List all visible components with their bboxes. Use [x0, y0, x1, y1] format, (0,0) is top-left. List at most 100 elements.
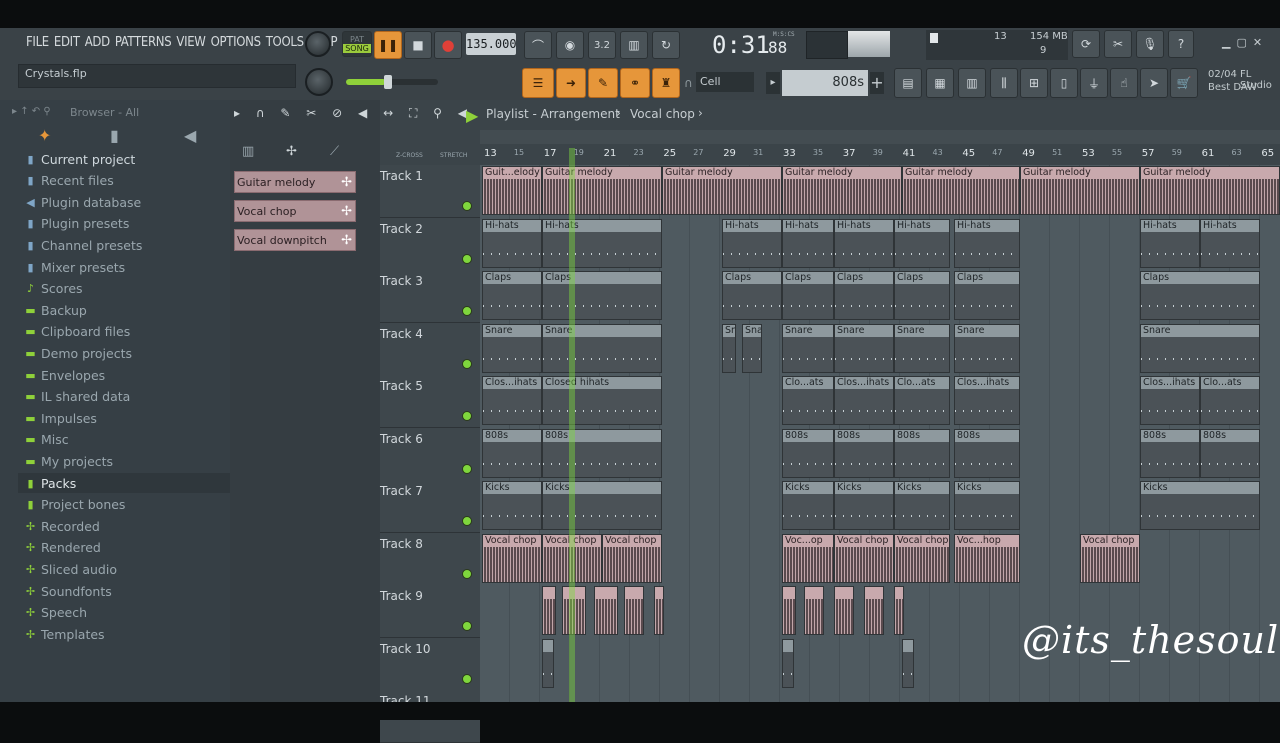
- plugin-picker-button[interactable]: ⏚: [1080, 68, 1108, 98]
- pattern-item-vocal-downpitch[interactable]: Vocal downpitch ✢: [234, 229, 356, 251]
- news-panel[interactable]: 02/04 FL Studio Best DAW: [1206, 68, 1280, 98]
- browser-item[interactable]: ◀ Plugin database: [24, 192, 141, 212]
- audio-clip[interactable]: Vocal chop: [482, 533, 542, 583]
- audio-clip[interactable]: Guitar melody: [1140, 166, 1280, 215]
- channel-rack-alt-button[interactable]: ⊞: [1020, 68, 1048, 98]
- pattern-clip[interactable]: Snare: [782, 323, 834, 373]
- pattern-clip[interactable]: Hi-hats: [542, 218, 662, 268]
- browser-tab-files-icon[interactable]: ▮: [110, 126, 119, 145]
- pattern-clip[interactable]: Snare: [1140, 323, 1260, 373]
- stop-button[interactable]: ■: [404, 31, 432, 59]
- track-enable-led[interactable]: [462, 306, 472, 316]
- pattern-clip[interactable]: Hi-hats: [782, 218, 834, 268]
- tools-button[interactable]: ✂: [1104, 30, 1132, 58]
- browser-item[interactable]: ✢ Sliced audio: [24, 559, 117, 579]
- pattern-clip[interactable]: Snare: [894, 323, 950, 373]
- pattern-clip[interactable]: Kicks: [954, 481, 1020, 530]
- audio-clip[interactable]: [624, 586, 644, 635]
- master-volume-knob[interactable]: [305, 31, 331, 57]
- pattern-clip[interactable]: Hi-hats: [834, 218, 894, 268]
- pattern-clip[interactable]: Kicks: [894, 481, 950, 530]
- wait-input-button[interactable]: ◉: [556, 31, 584, 59]
- menu-view[interactable]: VIEW: [176, 35, 206, 50]
- track-enable-led[interactable]: [462, 358, 472, 369]
- metronome-button[interactable]: ⌒: [524, 31, 552, 59]
- pattern-clip[interactable]: Clos...ihats: [834, 376, 894, 425]
- pattern-mode-button[interactable]: ➜: [556, 68, 586, 98]
- pattern-clip[interactable]: Kicks: [834, 481, 894, 530]
- pattern-clip[interactable]: Kicks: [782, 481, 834, 530]
- track-header[interactable]: Track 9: [380, 585, 480, 638]
- touch-controller-button[interactable]: ☝: [1110, 68, 1138, 98]
- piano-roll-button[interactable]: ▦: [926, 68, 954, 98]
- browser-item[interactable]: ▬ My projects: [24, 451, 113, 471]
- play-button[interactable]: ❚❚: [374, 31, 402, 59]
- pattern-clip[interactable]: Hi-hats: [1140, 218, 1200, 268]
- mixer-button[interactable]: ⫼: [990, 68, 1018, 98]
- audio-clip[interactable]: [804, 586, 824, 635]
- audio-clip[interactable]: Guitar melody: [782, 166, 902, 215]
- browser-item[interactable]: ▮ Recent files: [24, 171, 113, 191]
- menu-add[interactable]: ADD: [85, 35, 110, 50]
- pattern-clip[interactable]: Snare: [542, 323, 662, 373]
- mic-button[interactable]: 🎙: [1136, 30, 1164, 58]
- pattern-clip[interactable]: Hi-hats: [894, 218, 950, 268]
- browser-item[interactable]: ▮ Current project: [24, 149, 135, 169]
- tempo-display[interactable]: 135.000: [466, 33, 517, 55]
- browser-item[interactable]: ▮ Channel presets: [24, 235, 142, 255]
- playlist-tools[interactable]: ▸ ∩ ✎ ✂ ⊘ ◀ ↔ ⛶ ⚲ ◀: [234, 106, 473, 121]
- audio-clip[interactable]: Guitar melody: [902, 166, 1020, 215]
- master-pitch-knob[interactable]: [305, 68, 333, 96]
- snap-selector[interactable]: Cell: [696, 72, 754, 92]
- menu-options[interactable]: OPTIONS: [211, 35, 261, 50]
- pattern-clip[interactable]: Claps: [722, 271, 782, 320]
- browser-item[interactable]: ✢ Speech: [24, 603, 87, 623]
- pattern-clip[interactable]: Snare: [722, 323, 736, 373]
- pattern-clip[interactable]: Clos...ihats: [954, 376, 1020, 425]
- browser-item[interactable]: ▬ Demo projects: [24, 343, 132, 363]
- pattern-clip[interactable]: Snare: [834, 323, 894, 373]
- time-display[interactable]: 0:31 88 M:S:CS: [700, 30, 800, 59]
- pattern-item-vocal-chop[interactable]: Vocal chop ✢: [234, 200, 356, 222]
- pattern-clip[interactable]: Clo...ats: [782, 376, 834, 425]
- pattern-clip[interactable]: Clos...ihats: [482, 376, 542, 425]
- browser-item[interactable]: ▬ Backup: [24, 300, 87, 320]
- browser-tab-all-icon[interactable]: ✦: [38, 126, 51, 145]
- pattern-clip[interactable]: Claps: [782, 271, 834, 320]
- scroll-overview[interactable]: [480, 130, 1280, 144]
- audio-clip[interactable]: Vocal chop: [1080, 533, 1140, 583]
- loop-record-button[interactable]: ↻: [652, 31, 680, 59]
- track-enable-led[interactable]: [462, 621, 472, 631]
- plus-icon[interactable]: ✢: [341, 201, 352, 223]
- track-header[interactable]: Track 2: [380, 217, 480, 271]
- browser-item[interactable]: ▮ Packs: [18, 473, 230, 493]
- pattern-clip[interactable]: 808s: [1200, 428, 1260, 478]
- channel-selector[interactable]: 808s: [782, 70, 868, 96]
- help-button[interactable]: ?: [1168, 30, 1194, 58]
- pattern-clip[interactable]: Closed hihats: [542, 376, 662, 425]
- track-enable-led[interactable]: [462, 568, 472, 579]
- audio-clip[interactable]: Guitar melody: [542, 166, 662, 215]
- pattern-clip[interactable]: Clo...ats: [894, 376, 950, 425]
- audio-clip[interactable]: Vocal chop: [602, 533, 662, 583]
- track-header[interactable]: Track 10: [380, 637, 480, 691]
- track-enable-led[interactable]: [462, 516, 472, 526]
- magnet-icon[interactable]: ∩: [684, 76, 693, 90]
- pattern-clip[interactable]: 808s: [782, 428, 834, 478]
- track-header[interactable]: Track 6: [380, 427, 480, 481]
- slider-thumb[interactable]: [384, 75, 392, 89]
- add-channel-button[interactable]: +: [870, 72, 884, 94]
- link-button[interactable]: ⚭: [620, 68, 650, 98]
- track-header[interactable]: Track 8: [380, 532, 480, 586]
- pattern-clip[interactable]: 808s: [894, 428, 950, 478]
- automation-icon[interactable]: ⟋: [330, 144, 339, 159]
- pattern-clip[interactable]: Kicks: [482, 481, 542, 530]
- maximize-icon[interactable]: ▢: [1236, 36, 1246, 50]
- prev-channel-button[interactable]: ▸: [766, 72, 780, 94]
- pattern-clip[interactable]: 808s: [834, 428, 894, 478]
- menu-edit[interactable]: EDIT: [54, 35, 80, 50]
- audio-clip[interactable]: Guit...elody: [482, 166, 542, 215]
- browser-tab-audio-icon[interactable]: ◀: [184, 126, 196, 145]
- pattern-clip[interactable]: Claps: [482, 271, 542, 320]
- main-pitch-slider[interactable]: [346, 75, 438, 89]
